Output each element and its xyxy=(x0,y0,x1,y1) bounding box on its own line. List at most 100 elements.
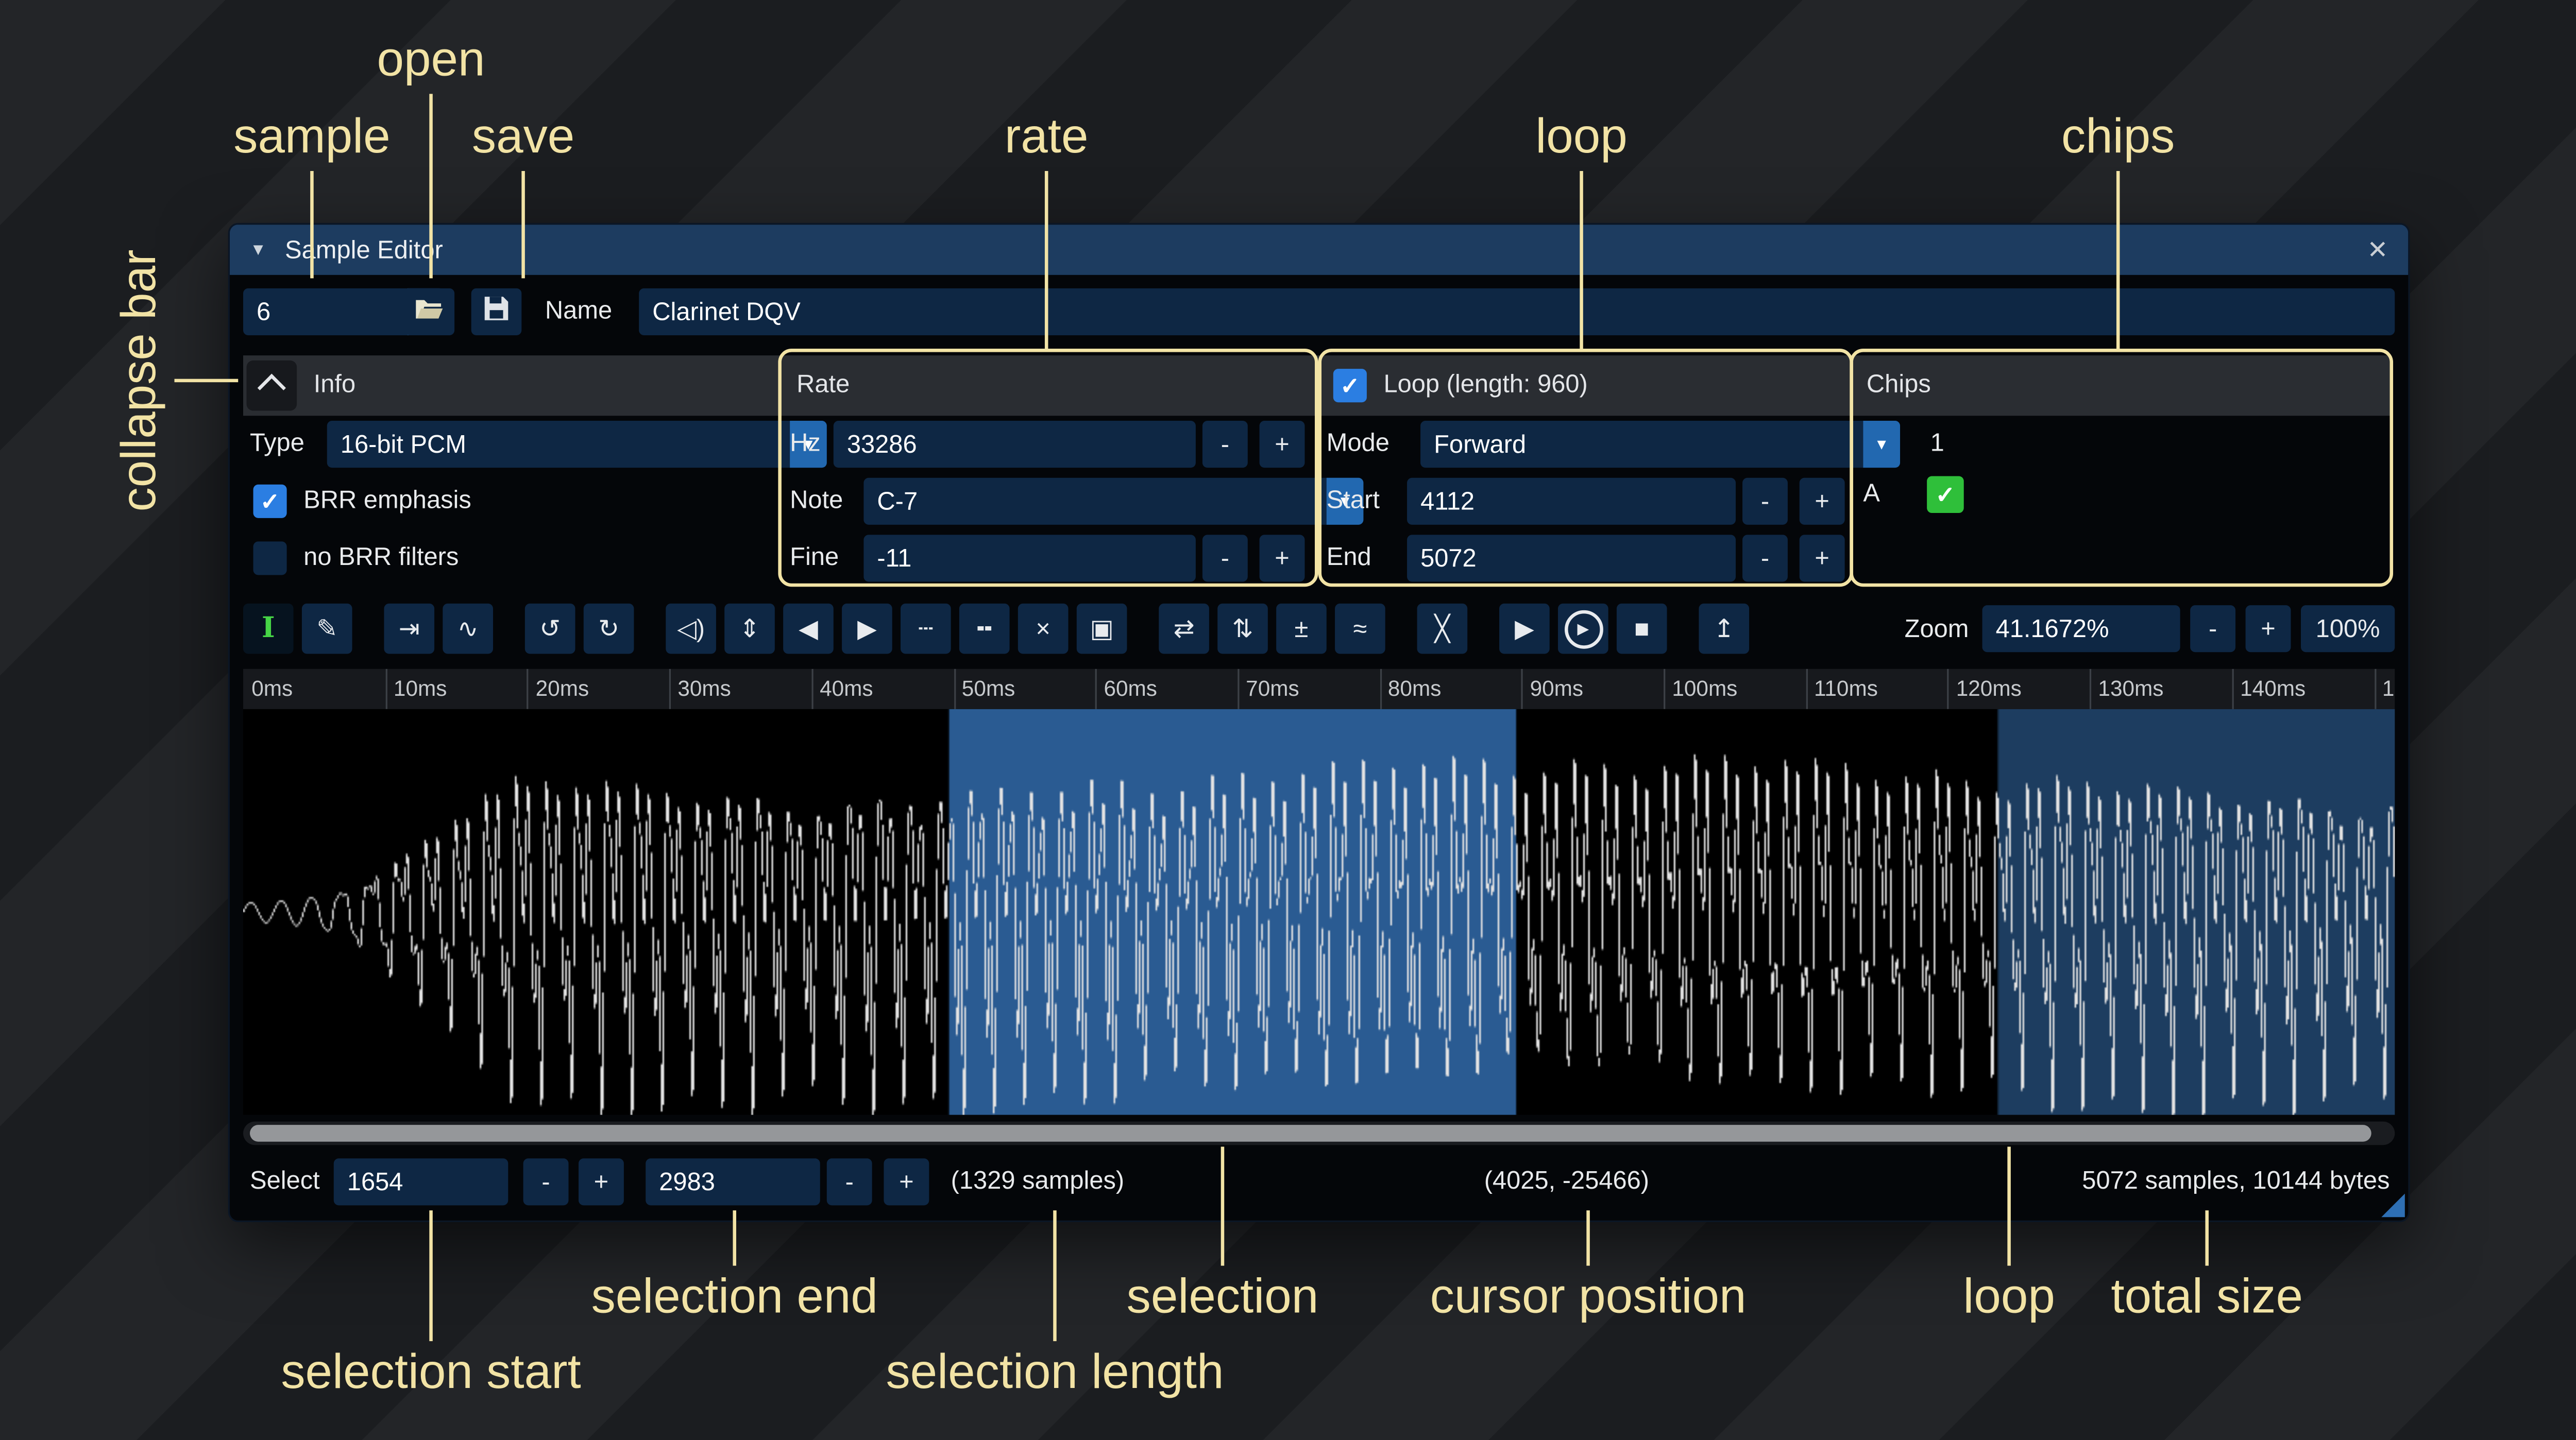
select-label: Select xyxy=(250,1158,320,1205)
chevron-up-icon xyxy=(258,374,286,402)
ruler-label: 90ms xyxy=(1530,676,1584,701)
fade-in-button[interactable]: ◀ xyxy=(783,604,834,654)
normalize-button[interactable]: ⇕ xyxy=(724,604,775,654)
resample-button[interactable]: ∿ xyxy=(443,604,493,654)
reverse-button[interactable]: ⇄ xyxy=(1159,604,1209,654)
type-select[interactable]: 16-bit PCM ▼ xyxy=(327,421,827,468)
hz-minus-button[interactable]: - xyxy=(1202,421,1248,468)
annotation-selection-end: selection end xyxy=(591,1271,878,1326)
hz-input[interactable]: 33286 xyxy=(834,421,1196,468)
sample-selector-value: 6 xyxy=(257,298,270,326)
loop-end-plus-button[interactable]: + xyxy=(1800,535,1845,581)
annotation-collapse-bar: collapse bar xyxy=(113,249,168,511)
titlebar[interactable]: ▼ Sample Editor ✕ xyxy=(230,225,2408,275)
edit-mode-button[interactable]: I xyxy=(243,604,294,654)
insert-silence-button[interactable]: ┄ xyxy=(901,604,951,654)
filter-button[interactable]: ≈ xyxy=(1335,604,1385,654)
desktop-background: ▼ Sample Editor ✕ 6 ▼ Name Clarinet DQV xyxy=(0,0,2576,1440)
zoom-in-button[interactable]: + xyxy=(2246,605,2291,652)
undo-button[interactable]: ↺ xyxy=(525,604,575,654)
invert-icon: ⇅ xyxy=(1232,616,1253,641)
save-floppy-icon xyxy=(483,295,510,329)
loop-start-input[interactable]: 4112 xyxy=(1407,478,1736,525)
apply-silence-button[interactable]: ╍ xyxy=(959,604,1010,654)
selection-start-minus-button[interactable]: - xyxy=(523,1158,569,1205)
invert-button[interactable]: ⇅ xyxy=(1217,604,1268,654)
selection-start-input[interactable]: 1654 xyxy=(334,1158,509,1205)
ruler-tick xyxy=(1238,669,1239,709)
crossfade-button[interactable]: ╳ xyxy=(1417,604,1468,654)
fine-plus-button[interactable]: + xyxy=(1260,535,1305,581)
ruler-label: 110ms xyxy=(1814,676,1878,701)
loop-start-minus-button[interactable]: - xyxy=(1742,478,1788,525)
sign-invert-button[interactable]: ± xyxy=(1276,604,1327,654)
name-label: Name xyxy=(545,288,612,335)
delete-button[interactable]: × xyxy=(1018,604,1069,654)
resize-button[interactable]: ⇥ xyxy=(384,604,434,654)
sign-invert-icon: ± xyxy=(1295,616,1309,641)
ruler-tick xyxy=(811,669,813,709)
save-button[interactable] xyxy=(471,288,522,335)
loop-start-plus-button[interactable]: + xyxy=(1800,478,1845,525)
hz-label: Hz xyxy=(790,421,821,468)
sample-toolbar: I✎⇥∿↺↻◁)⇕◀▶┄╍×▣⇄⇅±≈╳▶▶■↥ Zoom 41.1672% -… xyxy=(243,602,2395,656)
selection-end-value: 2983 xyxy=(659,1168,715,1196)
fade-out-icon: ▶ xyxy=(857,616,877,641)
brr-emphasis-checkbox[interactable]: ✓ xyxy=(253,485,287,518)
annotation-line xyxy=(429,1210,433,1341)
redo-button[interactable]: ↻ xyxy=(584,604,634,654)
waveform-scrollbar[interactable] xyxy=(243,1122,2395,1145)
scrollbar-thumb[interactable] xyxy=(250,1125,2371,1142)
preview-button[interactable]: ▶ xyxy=(1499,604,1550,654)
loop-end-minus-button[interactable]: - xyxy=(1742,535,1788,581)
zoom-input[interactable]: 41.1672% xyxy=(1982,605,2180,652)
stop-preview-icon: ■ xyxy=(1634,616,1649,641)
zoom-out-button[interactable]: - xyxy=(2190,605,2235,652)
ruler-label: 60ms xyxy=(1104,676,1157,701)
loop-end-value: 5072 xyxy=(1420,544,1477,572)
open-folder-icon xyxy=(414,296,445,328)
annotation-loop: loop xyxy=(1535,111,1627,166)
loop-mode-value: Forward xyxy=(1434,430,1526,458)
name-input[interactable]: Clarinet DQV xyxy=(639,288,2395,335)
open-button[interactable] xyxy=(404,288,454,335)
ruler-tick xyxy=(527,669,529,709)
preview-selection-button[interactable]: ▶ xyxy=(1558,604,1608,654)
fine-input[interactable]: -11 xyxy=(863,535,1196,581)
loop-mode-label: Mode xyxy=(1327,421,1389,468)
selection-end-plus-button[interactable]: + xyxy=(884,1158,929,1205)
selection-start-plus-button[interactable]: + xyxy=(579,1158,624,1205)
apply-silence-icon: ╍ xyxy=(977,616,992,641)
waveform-display[interactable] xyxy=(243,709,2395,1115)
fade-out-button[interactable]: ▶ xyxy=(842,604,892,654)
collapse-bar-button[interactable] xyxy=(246,361,297,411)
close-button[interactable]: ✕ xyxy=(2367,235,2388,265)
chips-column-header: 1 xyxy=(1930,421,1944,468)
chips-header: Chips xyxy=(1867,362,1931,409)
ruler-tick xyxy=(2232,669,2233,709)
selection-end-minus-button[interactable]: - xyxy=(827,1158,872,1205)
no-brr-filters-checkbox[interactable] xyxy=(253,541,287,575)
selection-end-input[interactable]: 2983 xyxy=(646,1158,820,1205)
note-value: C-7 xyxy=(877,487,918,516)
chevron-down-icon[interactable]: ▼ xyxy=(1863,421,1900,468)
rate-header: Rate xyxy=(796,362,850,409)
fine-minus-button[interactable]: - xyxy=(1202,535,1248,581)
amplify-button[interactable]: ◁) xyxy=(666,604,716,654)
loop-enable-checkbox[interactable]: ✓ xyxy=(1333,369,1367,402)
trim-button[interactable]: ▣ xyxy=(1077,604,1127,654)
type-value: 16-bit PCM xyxy=(341,430,466,458)
zoom-reset-button[interactable]: 100% xyxy=(2301,605,2395,652)
loop-end-input[interactable]: 5072 xyxy=(1407,535,1736,581)
annotation-cursor-position: cursor position xyxy=(1430,1271,1747,1326)
window-resize-grip[interactable] xyxy=(2381,1194,2405,1218)
draw-button[interactable]: ✎ xyxy=(302,604,352,654)
window-title: Sample Editor xyxy=(285,235,443,264)
stop-preview-button[interactable]: ■ xyxy=(1617,604,1667,654)
loop-mode-select[interactable]: Forward ▼ xyxy=(1420,421,1900,468)
note-select[interactable]: C-7 ▼ xyxy=(863,478,1363,525)
hz-plus-button[interactable]: + xyxy=(1260,421,1305,468)
export-button[interactable]: ↥ xyxy=(1699,604,1749,654)
window-collapse-icon[interactable]: ▼ xyxy=(250,241,266,259)
chip-enable-checkbox[interactable]: ✓ xyxy=(1927,476,1964,513)
